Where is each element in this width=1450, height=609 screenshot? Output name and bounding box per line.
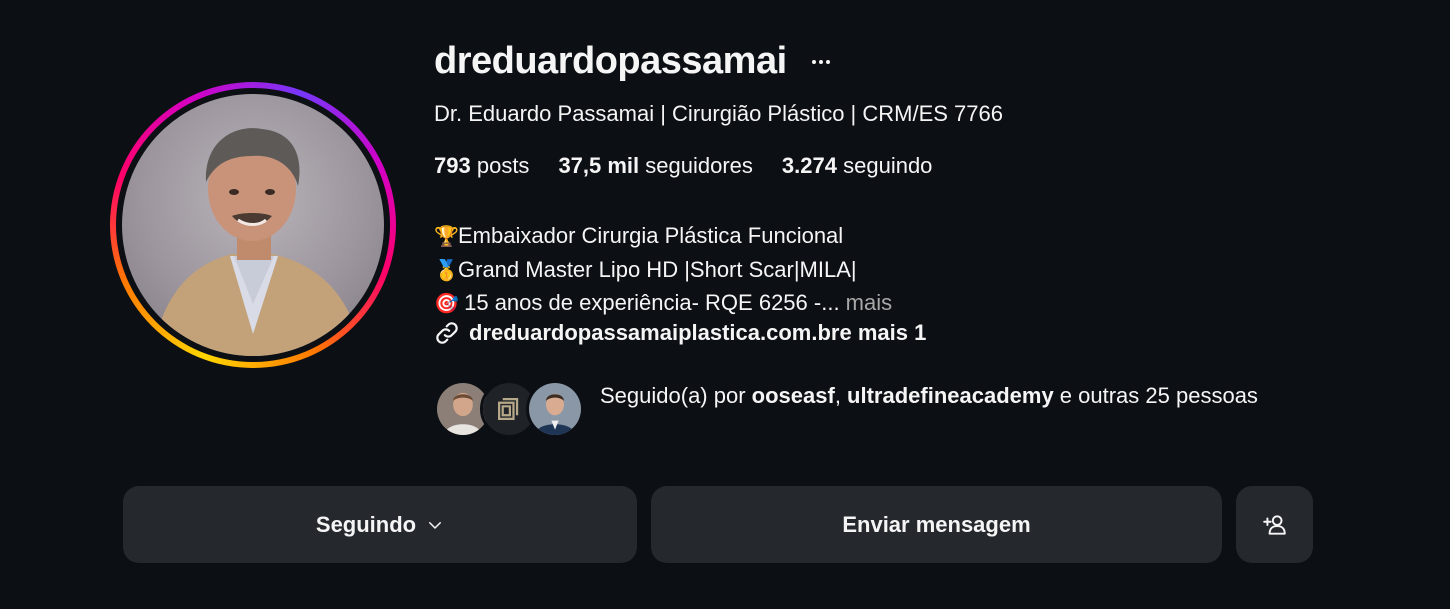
following-count: 3.274 xyxy=(781,153,837,178)
send-message-button[interactable]: Enviar mensagem xyxy=(651,486,1222,563)
external-link-row[interactable]: dreduardopassamaiplastica.com.br e mais … xyxy=(434,320,926,346)
avatar xyxy=(122,94,384,356)
trophy-icon: 🏆 xyxy=(434,226,459,248)
profile-avatar-story-ring[interactable] xyxy=(110,82,396,368)
avatar xyxy=(526,380,584,438)
posts-stat: 793 posts xyxy=(434,153,529,179)
followers-count: 37,5 mil xyxy=(558,153,640,178)
medal-icon: 🥇 xyxy=(434,259,459,282)
mutual-avatars xyxy=(434,380,588,438)
profile-page: dreduardopassamai Dr. Eduardo Passamai |… xyxy=(0,0,1450,609)
following-button-label: Seguindo xyxy=(315,511,417,537)
mutual-user[interactable]: ooseasf xyxy=(752,383,835,408)
external-link[interactable]: dreduardopassamaiplastica.com.br xyxy=(469,320,839,346)
followed-by-text: Seguido(a) por ooseasf, ultradefineacade… xyxy=(600,383,1258,408)
bio-line: 🥇Grand Master Lipo HD |Short Scar|MILA| xyxy=(434,254,892,288)
external-link-extra[interactable]: e mais 1 xyxy=(839,320,926,346)
following-label: seguindo xyxy=(843,153,933,178)
chevron-down-icon xyxy=(429,521,442,529)
username-row: dreduardopassamai xyxy=(434,40,833,83)
profile-stats: 793 posts 37,5 mil seguidores 3.274 segu… xyxy=(434,153,932,179)
posts-label: posts xyxy=(476,153,530,178)
target-icon: 🎯 xyxy=(434,293,459,315)
add-user-icon xyxy=(1262,514,1286,535)
followed-by[interactable]: Seguido(a) por ooseasf, ultradefineacade… xyxy=(434,380,1280,438)
full-name: Dr. Eduardo Passamai | Cirurgião Plástic… xyxy=(434,101,1004,126)
send-message-label: Enviar mensagem xyxy=(842,511,1031,537)
bio-line: 🎯 15 anos de experiência- RQE 6256 -... … xyxy=(434,287,892,321)
suggest-users-button[interactable] xyxy=(1236,486,1313,563)
followers-label: seguidores xyxy=(645,153,753,178)
mutual-user[interactable]: ultradefineacademy xyxy=(847,383,1054,408)
username: dreduardopassamai xyxy=(434,40,787,82)
following-button[interactable]: Seguindo xyxy=(123,486,637,563)
bio-more-link[interactable]: mais xyxy=(840,290,892,315)
bio: 🏆Embaixador Cirurgia Plástica Funcional … xyxy=(434,220,892,321)
link-icon xyxy=(436,322,458,344)
more-horizontal-icon[interactable] xyxy=(809,50,833,74)
bio-line: 🏆Embaixador Cirurgia Plástica Funcional xyxy=(434,220,892,254)
posts-count: 793 xyxy=(434,153,471,178)
following-stat[interactable]: 3.274 seguindo xyxy=(782,153,933,179)
followers-stat[interactable]: 37,5 mil seguidores xyxy=(558,153,752,179)
avatar-photo-icon xyxy=(152,128,362,356)
